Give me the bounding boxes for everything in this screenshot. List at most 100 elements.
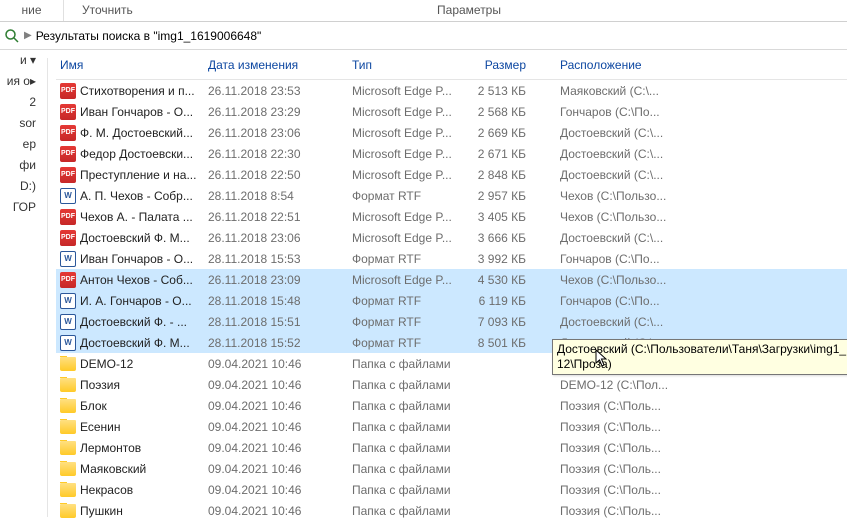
file-type: Формат RTF: [344, 189, 464, 203]
col-location[interactable]: Расположение: [536, 58, 847, 79]
file-loc: Достоевский (C:\...: [536, 168, 847, 182]
file-date: 09.04.2021 10:46: [200, 483, 344, 497]
file-loc: DEMO-12 (C:\Пол...: [536, 378, 847, 392]
file-name: Маяковский: [80, 462, 146, 476]
file-loc: Гончаров (C:\По...: [536, 294, 847, 308]
list-item[interactable]: Иван Гончаров - О...28.11.2018 15:53Форм…: [56, 248, 847, 269]
file-loc: Чехов (C:\Пользо...: [536, 210, 847, 224]
file-type: Папка с файлами: [344, 441, 464, 455]
list-item[interactable]: А. П. Чехов - Собр...28.11.2018 8:54Форм…: [56, 185, 847, 206]
ribbon-tab-options[interactable]: Параметры: [269, 0, 669, 21]
list-item[interactable]: Чехов А. - Палата ...26.11.2018 22:51Mic…: [56, 206, 847, 227]
list-item[interactable]: Маяковский09.04.2021 10:46Папка с файлам…: [56, 458, 847, 479]
list-item[interactable]: Блок09.04.2021 10:46Папка с файламиПоэзи…: [56, 395, 847, 416]
file-type: Формат RTF: [344, 336, 464, 350]
rtf-icon: [60, 251, 76, 267]
file-size: 2 671 КБ: [464, 147, 536, 161]
file-loc: Достоевский (C:\...: [536, 126, 847, 140]
file-name: Некрасов: [80, 483, 133, 497]
file-name: Иван Гончаров - О...: [80, 252, 193, 266]
list-item[interactable]: Лермонтов09.04.2021 10:46Папка с файлами…: [56, 437, 847, 458]
file-date: 26.11.2018 22:30: [200, 147, 344, 161]
file-date: 26.11.2018 22:50: [200, 168, 344, 182]
file-date: 09.04.2021 10:46: [200, 378, 344, 392]
col-size[interactable]: Размер: [464, 58, 536, 79]
list-item[interactable]: И. А. Гончаров - О...28.11.2018 15:48Фор…: [56, 290, 847, 311]
file-loc: Поэзия (C:\Поль...: [536, 462, 847, 476]
list-item[interactable]: Достоевский Ф. - ...28.11.2018 15:51Форм…: [56, 311, 847, 332]
file-date: 26.11.2018 23:06: [200, 231, 344, 245]
file-type: Microsoft Edge P...: [344, 105, 464, 119]
file-loc: Поэзия (C:\Поль...: [536, 441, 847, 455]
sidebar-item[interactable]: ер: [0, 134, 40, 155]
file-name: Поэзия: [80, 378, 120, 392]
file-size: 3 666 КБ: [464, 231, 536, 245]
sidebar-item[interactable]: sor: [0, 113, 40, 134]
list-item[interactable]: Есенин09.04.2021 10:46Папка с файламиПоэ…: [56, 416, 847, 437]
list-item[interactable]: Поэзия 09.04.2021 10:46Папка с файлами DEM…: [56, 374, 847, 395]
list-item[interactable]: Антон Чехов - Соб...26.11.2018 23:09Micr…: [56, 269, 847, 290]
file-type: Microsoft Edge P...: [344, 168, 464, 182]
file-type: Папка с файлами: [344, 378, 464, 392]
ribbon-tab-partial[interactable]: ние: [0, 0, 64, 21]
file-type: Microsoft Edge P...: [344, 273, 464, 287]
rtf-icon: [60, 188, 76, 204]
file-loc: Гончаров (C:\По...: [536, 252, 847, 266]
folder-icon: [60, 357, 76, 371]
file-size: 6 119 КБ: [464, 294, 536, 308]
list-item[interactable]: Ф. М. Достоевский...26.11.2018 23:06Micr…: [56, 122, 847, 143]
sidebar-item[interactable]: D:): [0, 176, 40, 197]
list-item[interactable]: Достоевский Ф. М...26.11.2018 23:06Micro…: [56, 227, 847, 248]
list-item[interactable]: Пушкин09.04.2021 10:46Папка с файламиПоэ…: [56, 500, 847, 521]
list-item[interactable]: Иван Гончаров - О...26.11.2018 23:29Micr…: [56, 101, 847, 122]
file-date: 26.11.2018 22:51: [200, 210, 344, 224]
pdf-icon: [60, 209, 76, 225]
file-date: 28.11.2018 15:48: [200, 294, 344, 308]
ribbon-tab-refine[interactable]: Уточнить: [64, 0, 269, 21]
sidebar-item[interactable]: и ▾: [0, 50, 40, 71]
file-size: 8 501 КБ: [464, 336, 536, 350]
pdf-icon: [60, 83, 76, 99]
breadcrumb[interactable]: Результаты поиска в "img1_1619006648": [36, 29, 262, 43]
file-type: Формат RTF: [344, 315, 464, 329]
file-size: 3 992 КБ: [464, 252, 536, 266]
folder-icon: [60, 441, 76, 455]
file-type: Microsoft Edge P...: [344, 231, 464, 245]
file-loc: Гончаров (C:\По...: [536, 105, 847, 119]
nav-tree-partial[interactable]: и ▾ия о▸2sorерфиD:)ГОР: [0, 50, 40, 525]
file-list[interactable]: Имя Дата изменения Тип Размер Расположен…: [56, 50, 847, 525]
col-name[interactable]: Имя: [56, 58, 200, 79]
col-date[interactable]: Дата изменения: [200, 58, 344, 79]
file-name: И. А. Гончаров - О...: [80, 294, 192, 308]
file-size: 7 093 КБ: [464, 315, 536, 329]
list-item[interactable]: Федор Достоевски... 26.11.2018 22:30Micro…: [56, 143, 847, 164]
file-date: 28.11.2018 15:51: [200, 315, 344, 329]
ribbon-tabs: ние Уточнить Параметры: [0, 0, 847, 22]
sidebar-item[interactable]: ия о▸: [0, 71, 40, 92]
file-size: 3 405 КБ: [464, 210, 536, 224]
file-loc: Чехов (C:\Пользо...: [536, 273, 847, 287]
file-name: А. П. Чехов - Собр...: [80, 189, 193, 203]
file-name: Есенин: [80, 420, 121, 434]
folder-icon: [60, 399, 76, 413]
sidebar-item[interactable]: фи: [0, 155, 40, 176]
file-date: 26.11.2018 23:06: [200, 126, 344, 140]
list-item[interactable]: Стихотворения и п...26.11.2018 23:53Micr…: [56, 80, 847, 101]
sidebar-item[interactable]: ГОР: [0, 197, 40, 218]
file-type: Папка с файлами: [344, 357, 464, 371]
sidebar-item[interactable]: 2: [0, 92, 40, 113]
file-loc: Маяковский (C:\...: [536, 84, 847, 98]
col-type[interactable]: Тип: [344, 58, 464, 79]
splitter[interactable]: [40, 50, 56, 525]
file-name: Стихотворения и п...: [80, 84, 195, 98]
file-type: Microsoft Edge P...: [344, 126, 464, 140]
file-name: DEMO-12: [80, 357, 133, 371]
address-bar[interactable]: ▶ Результаты поиска в "img1_1619006648": [0, 22, 847, 50]
file-name: Федор Достоевски...: [80, 147, 193, 161]
list-item[interactable]: Некрасов09.04.2021 10:46Папка с файламиП…: [56, 479, 847, 500]
pdf-icon: [60, 272, 76, 288]
list-item[interactable]: Преступление и на...26.11.2018 22:50Micr…: [56, 164, 847, 185]
file-date: 09.04.2021 10:46: [200, 420, 344, 434]
file-type: Microsoft Edge P...: [344, 147, 464, 161]
file-type: Папка с файлами: [344, 483, 464, 497]
